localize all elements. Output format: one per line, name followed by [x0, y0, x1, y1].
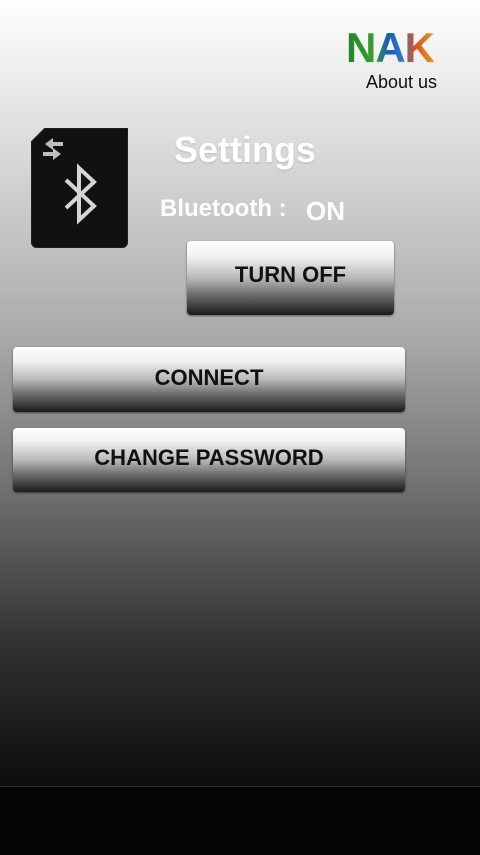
connect-button[interactable]: CONNECT: [13, 347, 405, 412]
bluetooth-icon: [30, 127, 129, 249]
page-title: Settings: [174, 129, 317, 170]
change-password-label: CHANGE PASSWORD: [94, 445, 324, 470]
bluetooth-status: ON: [306, 196, 345, 226]
bluetooth-label: Bluetooth :: [160, 195, 287, 222]
turn-off-label: TURN OFF: [234, 262, 347, 287]
change-password-button[interactable]: CHANGE PASSWORD: [13, 428, 405, 492]
about-us-link[interactable]: About us: [366, 71, 456, 93]
logo-text: NAK: [346, 24, 435, 71]
connect-label: CONNECT: [154, 364, 264, 390]
nak-logo[interactable]: NAK: [346, 26, 470, 70]
turn-off-button[interactable]: TURN OFF: [187, 241, 394, 315]
bottom-bar: [0, 786, 480, 855]
